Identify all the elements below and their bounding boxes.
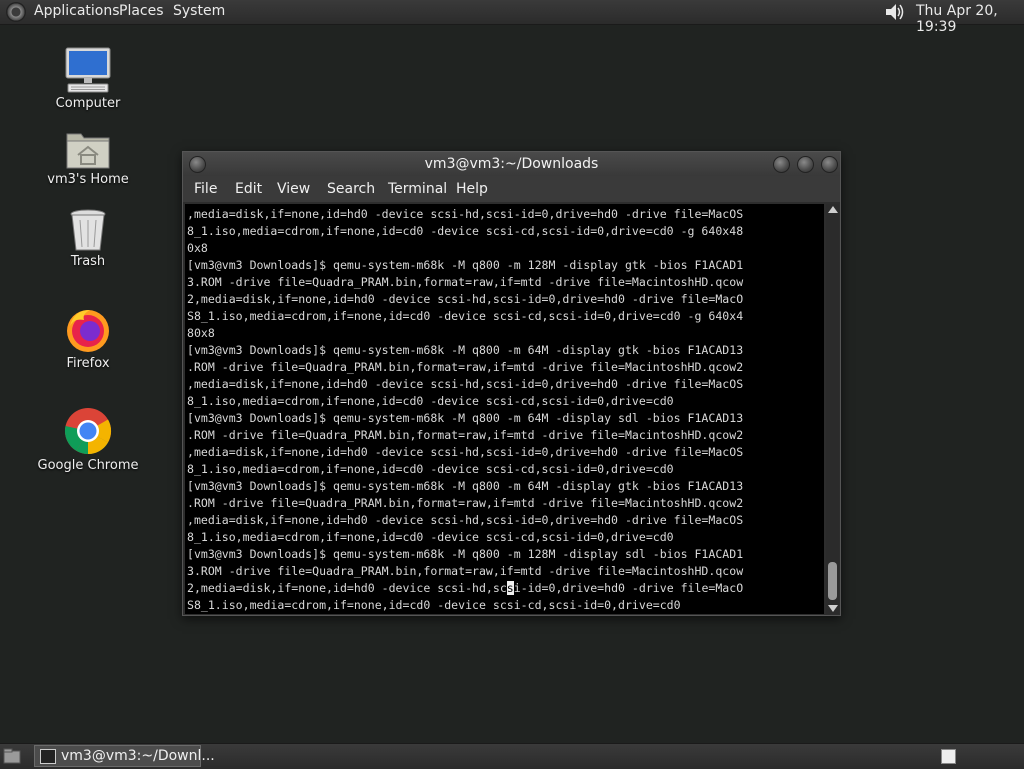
applications-menu[interactable]: Applications <box>34 3 120 19</box>
desktop-icon-computer[interactable]: Computer <box>33 46 143 111</box>
desktop-icon-label: Firefox <box>66 356 110 371</box>
terminal-line: ,media=disk,if=none,id=hd0 -device scsi-… <box>187 513 744 527</box>
terminal-line: 0x8 <box>187 241 208 255</box>
terminal-line: ,media=disk,if=none,id=hd0 -device scsi-… <box>187 377 744 391</box>
menu-search[interactable]: Search <box>327 176 375 202</box>
terminal-line: [vm3@vm3 Downloads]$ qemu-system-m68k -M… <box>187 343 744 357</box>
desktop-icon-firefox[interactable]: Firefox <box>33 306 143 371</box>
minimize-button[interactable] <box>773 156 790 173</box>
taskbar-terminal-button[interactable]: vm3@vm3:~/Downl... <box>34 745 215 767</box>
window-titlebar[interactable]: vm3@vm3:~/Downloads <box>183 152 840 176</box>
workspace-switcher[interactable] <box>941 749 956 764</box>
terminal-line: 8_1.iso,media=cdrom,if=none,id=cd0 -devi… <box>187 462 674 476</box>
close-button[interactable] <box>821 156 838 173</box>
scrollbar-thumb[interactable] <box>828 562 837 600</box>
terminal-line: 3.ROM -drive file=Quadra_PRAM.bin,format… <box>187 564 744 578</box>
trash-icon <box>70 209 106 251</box>
text-cursor: s <box>506 581 514 595</box>
terminal-line: [vm3@vm3 Downloads]$ qemu-system-m68k -M… <box>187 479 744 493</box>
menu-edit[interactable]: Edit <box>235 176 262 202</box>
terminal-line: 8_1.iso,media=cdrom,if=none,id=cd0 -devi… <box>187 224 744 238</box>
terminal-line: S8_1.iso,media=cdrom,if=none,id=cd0 -dev… <box>187 309 744 323</box>
maximize-button[interactable] <box>797 156 814 173</box>
terminal-line: .ROM -drive file=Quadra_PRAM.bin,format=… <box>187 428 744 442</box>
terminal-menubar: File Edit View Search Terminal Help <box>183 176 840 202</box>
terminal-text: ,media=disk,if=none,id=hd0 -device scsi-… <box>185 204 824 614</box>
desktop-icon-home[interactable]: vm3's Home <box>33 128 143 187</box>
distro-logo-icon[interactable] <box>6 2 26 22</box>
terminal-scrollbar[interactable] <box>826 204 839 614</box>
terminal-line: 80x8 <box>187 326 215 340</box>
firefox-icon <box>67 310 109 352</box>
scroll-down-arrow-icon[interactable] <box>828 605 838 612</box>
volume-icon[interactable] <box>884 2 906 22</box>
desktop-icon-label: Google Chrome <box>37 458 139 473</box>
top-panel: Applications Places System Thu Apr 20, 1… <box>0 0 1024 35</box>
menu-terminal[interactable]: Terminal <box>388 176 447 202</box>
scroll-up-arrow-icon[interactable] <box>828 206 838 213</box>
terminal-line: S8_1.iso,media=cdrom,if=none,id=cd0 -dev… <box>187 598 681 612</box>
menu-view[interactable]: View <box>277 176 310 202</box>
desktop-icon-label: Computer <box>55 96 121 111</box>
terminal-window[interactable]: vm3@vm3:~/Downloads File Edit View Searc… <box>182 151 841 616</box>
show-desktop-icon[interactable] <box>3 748 21 764</box>
terminal-line: ,media=disk,if=none,id=hd0 -device scsi-… <box>187 207 744 221</box>
terminal-line: [vm3@vm3 Downloads]$ qemu-system-m68k -M… <box>187 547 744 561</box>
terminal-line: 8_1.iso,media=cdrom,if=none,id=cd0 -devi… <box>187 394 674 408</box>
terminal-line: 2,media=disk,if=none,id=hd0 -device scsi… <box>187 292 744 306</box>
terminal-output[interactable]: ,media=disk,if=none,id=hd0 -device scsi-… <box>185 204 824 614</box>
chrome-icon <box>64 408 112 455</box>
places-menu[interactable]: Places <box>119 3 164 19</box>
window-title: vm3@vm3:~/Downloads <box>424 156 599 172</box>
terminal-line: [vm3@vm3 Downloads]$ qemu-system-m68k -M… <box>187 411 744 425</box>
clock[interactable]: Thu Apr 20, 19:39 <box>916 3 1024 35</box>
terminal-icon <box>40 749 56 764</box>
terminal-line: ,media=disk,if=none,id=hd0 -device scsi-… <box>187 445 744 459</box>
terminal-line: .ROM -drive file=Quadra_PRAM.bin,format=… <box>187 496 744 510</box>
bottom-panel: vm3@vm3:~/Downl... <box>0 743 1024 769</box>
desktop-icon-trash[interactable]: Trash <box>33 208 143 269</box>
desktop-icon-chrome[interactable]: Google Chrome <box>33 406 143 473</box>
taskbar-button-label: vm3@vm3:~/Downl... <box>61 748 215 764</box>
desktop-icon-label: vm3's Home <box>47 172 129 187</box>
window-menu-button[interactable] <box>189 156 206 173</box>
terminal-line: [vm3@vm3 Downloads]$ qemu-system-m68k -M… <box>187 258 744 272</box>
terminal-line: .ROM -drive file=Quadra_PRAM.bin,format=… <box>187 360 744 374</box>
menu-help[interactable]: Help <box>456 176 488 202</box>
computer-icon <box>65 47 111 93</box>
menu-file[interactable]: File <box>194 176 217 202</box>
system-menu[interactable]: System <box>173 3 225 19</box>
desktop-icon-label: Trash <box>70 254 106 269</box>
terminal-line: 8_1.iso,media=cdrom,if=none,id=cd0 -devi… <box>187 530 674 544</box>
terminal-line: 3.ROM -drive file=Quadra_PRAM.bin,format… <box>187 275 744 289</box>
home-folder-icon <box>66 133 110 169</box>
terminal-line: 2,media=disk,if=none,id=hd0 -device scsi… <box>187 581 744 595</box>
